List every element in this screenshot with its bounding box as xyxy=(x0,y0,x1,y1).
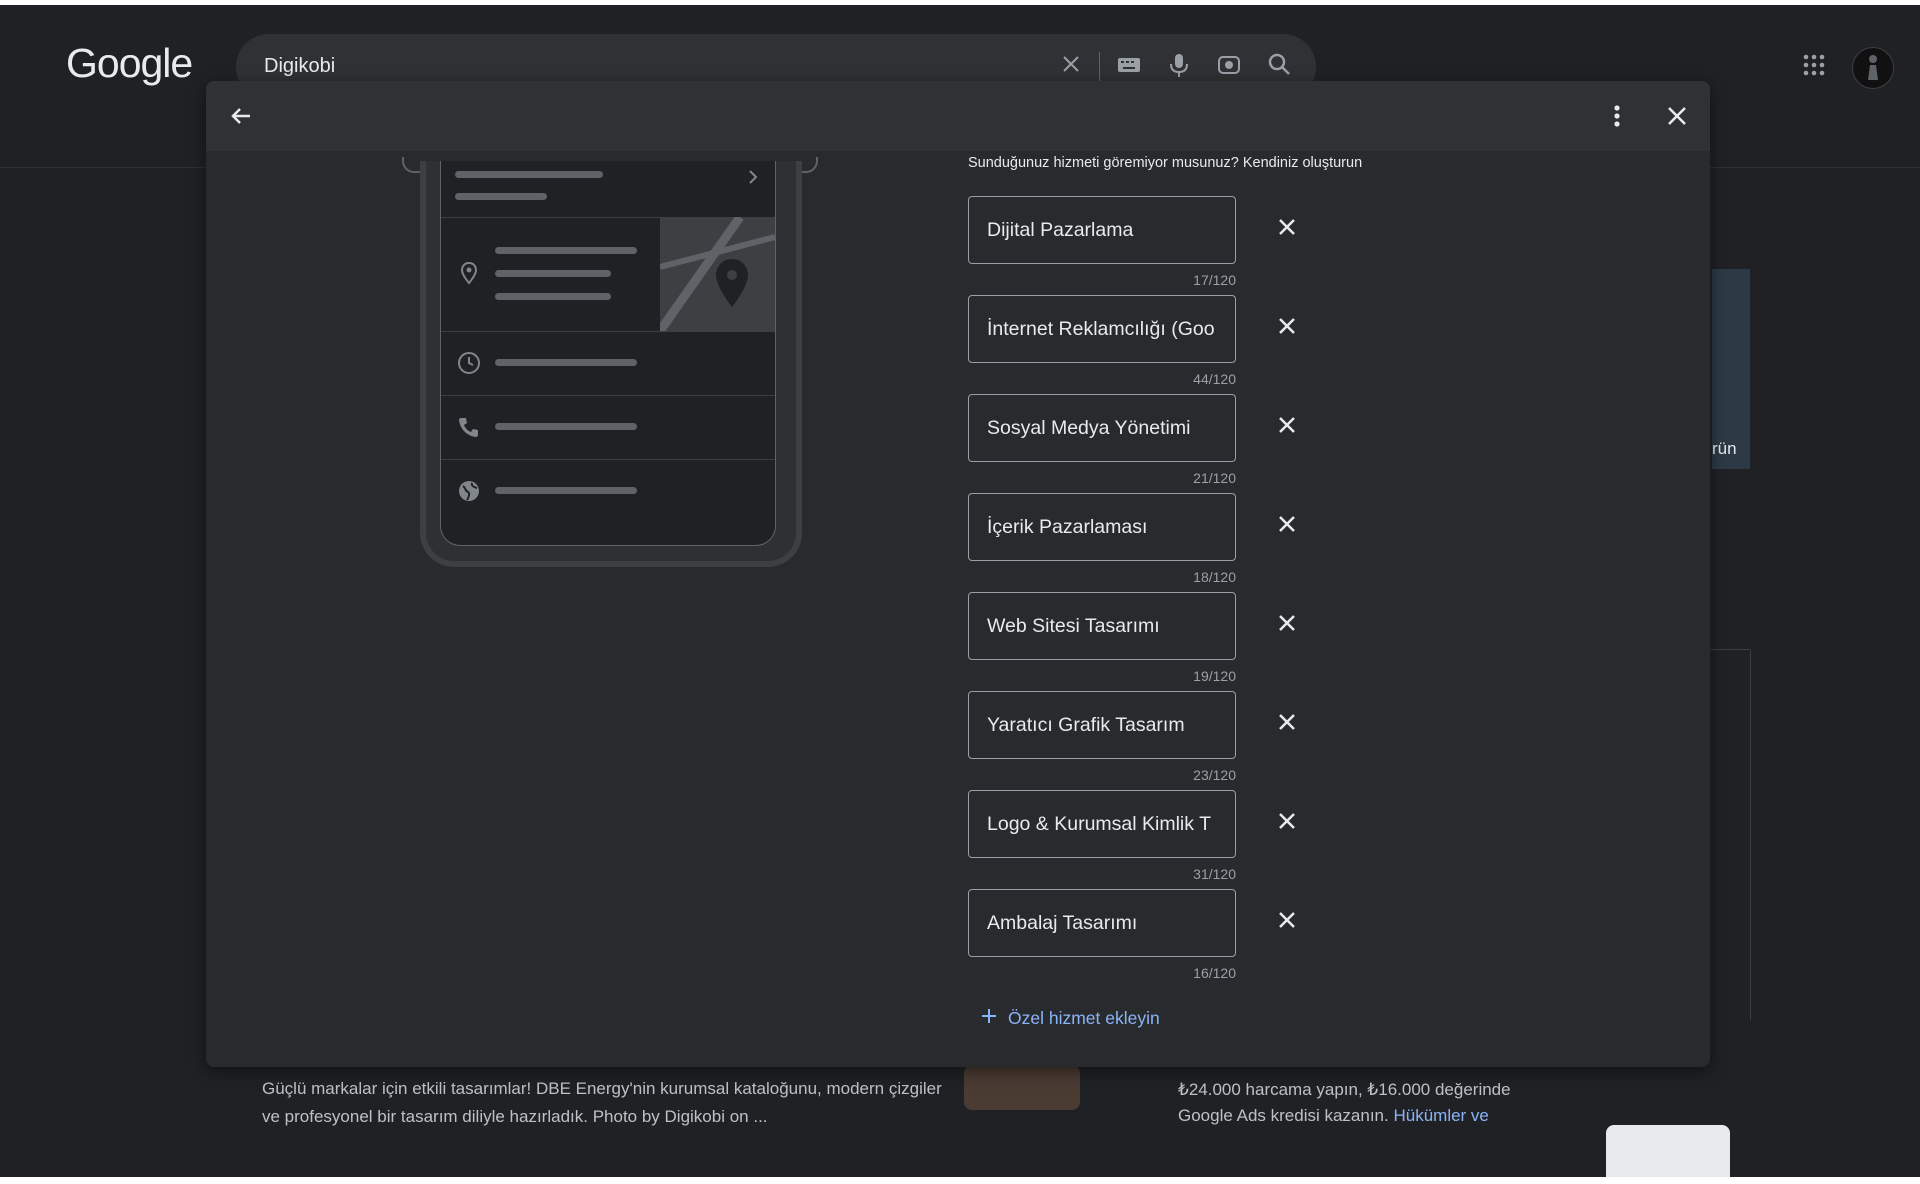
services-dialog: Sunduğunuz hizmeti göremiyor musunuz? Ke… xyxy=(206,81,1710,1067)
back-arrow-icon[interactable] xyxy=(220,95,262,137)
custom-service-hint: Sunduğunuz hizmeti göremiyor musunuz? Ke… xyxy=(968,155,1363,171)
remove-service-icon[interactable] xyxy=(1270,705,1304,739)
result-snippet: Güçlü markalar için etkili tasarımlar! D… xyxy=(262,1079,942,1126)
phone-illustration xyxy=(420,161,802,567)
promo-text: ₺24.000 harcama yapın, ₺16.000 değerinde… xyxy=(1178,1077,1568,1129)
placeholder-line xyxy=(495,487,637,494)
map-thumbnail xyxy=(660,217,775,331)
plus-icon xyxy=(980,1007,998,1030)
search-icon[interactable] xyxy=(1264,52,1294,82)
service-name: Dijital Pazarlama xyxy=(987,218,1134,241)
more-options-icon[interactable] xyxy=(1596,95,1638,137)
result-thumbnail[interactable] xyxy=(964,1065,1080,1110)
char-counter: 31/120 xyxy=(1193,866,1236,882)
service-name: İçerik Pazarlaması xyxy=(987,515,1148,538)
service-item: İnternet Reklamcılığı (Goo 44/120 xyxy=(968,295,1468,394)
search-divider xyxy=(1099,52,1100,82)
phone-row-address xyxy=(441,217,775,332)
phone-row-hours xyxy=(441,331,775,396)
remove-service-icon[interactable] xyxy=(1270,606,1304,640)
service-item: Logo & Kurumsal Kimlik T 31/120 xyxy=(968,790,1468,889)
placeholder-line xyxy=(495,423,637,430)
remove-service-icon[interactable] xyxy=(1270,507,1304,541)
phone-icon xyxy=(457,415,481,439)
promo-image xyxy=(1606,1125,1730,1177)
placeholder-line xyxy=(495,359,637,366)
close-icon[interactable] xyxy=(1656,95,1698,137)
service-item: Sosyal Medya Yönetimi 21/120 xyxy=(968,394,1468,493)
service-name: Web Sitesi Tasarımı xyxy=(987,614,1160,637)
remove-service-icon[interactable] xyxy=(1270,408,1304,442)
service-name-field[interactable]: Dijital Pazarlama xyxy=(968,196,1236,264)
service-item: Web Sitesi Tasarımı 19/120 xyxy=(968,592,1468,691)
lens-camera-icon[interactable] xyxy=(1214,52,1244,82)
phone-screen xyxy=(440,161,776,546)
char-counter: 18/120 xyxy=(1193,569,1236,585)
service-name-field[interactable]: Ambalaj Tasarımı xyxy=(968,889,1236,957)
service-name-field[interactable]: Yaratıcı Grafik Tasarım xyxy=(968,691,1236,759)
char-counter: 17/120 xyxy=(1193,272,1236,288)
add-custom-service-label: Özel hizmet ekleyin xyxy=(1008,1008,1160,1028)
side-label: rün xyxy=(1712,439,1737,458)
service-item: İçerik Pazarlaması 18/120 xyxy=(968,493,1468,592)
service-name-field[interactable]: İnternet Reklamcılığı (Goo xyxy=(968,295,1236,363)
service-name-field[interactable]: Logo & Kurumsal Kimlik T xyxy=(968,790,1236,858)
service-name: Ambalaj Tasarımı xyxy=(987,911,1138,934)
char-counter: 44/120 xyxy=(1193,371,1236,387)
placeholder-line xyxy=(495,247,637,254)
add-custom-service-button[interactable]: Özel hizmet ekleyin xyxy=(980,1007,1160,1030)
screen: Google Digikobi rün Güçlü markalar için … xyxy=(0,5,1920,1177)
placeholder-line xyxy=(495,293,611,300)
service-name: İnternet Reklamcılığı (Goo xyxy=(987,317,1215,340)
keyboard-icon[interactable] xyxy=(1114,52,1144,82)
clear-icon[interactable] xyxy=(1056,52,1086,82)
service-name: Sosyal Medya Yönetimi xyxy=(987,416,1191,439)
remove-service-icon[interactable] xyxy=(1270,210,1304,244)
chevron-right-icon xyxy=(747,169,759,190)
search-query[interactable]: Digikobi xyxy=(264,55,335,78)
char-counter: 19/120 xyxy=(1193,668,1236,684)
side-border xyxy=(1734,650,1751,1020)
remove-service-icon[interactable] xyxy=(1270,309,1304,343)
service-name: Yaratıcı Grafik Tasarım xyxy=(987,713,1185,736)
dialog-header xyxy=(206,81,1710,151)
service-name-field[interactable]: Web Sitesi Tasarımı xyxy=(968,592,1236,660)
globe-icon xyxy=(457,479,481,503)
service-name: Logo & Kurumsal Kimlik T xyxy=(987,812,1211,835)
service-name-field[interactable]: İçerik Pazarlaması xyxy=(968,493,1236,561)
service-item: Yaratıcı Grafik Tasarım 23/120 xyxy=(968,691,1468,790)
placeholder-line xyxy=(455,193,547,200)
phone-row-title xyxy=(441,161,775,218)
account-avatar[interactable] xyxy=(1852,47,1894,89)
location-pin-icon xyxy=(457,261,481,285)
phone-row-website xyxy=(441,459,775,523)
placeholder-line xyxy=(495,270,611,277)
char-counter: 16/120 xyxy=(1193,965,1236,981)
remove-service-icon[interactable] xyxy=(1270,903,1304,937)
service-name-field[interactable]: Sosyal Medya Yönetimi xyxy=(968,394,1236,462)
service-item: Ambalaj Tasarımı 16/120 xyxy=(968,889,1468,988)
google-logo[interactable]: Google xyxy=(66,40,193,87)
service-item: Dijital Pazarlama 17/120 xyxy=(968,196,1468,295)
char-counter: 21/120 xyxy=(1193,470,1236,486)
microphone-icon[interactable] xyxy=(1164,52,1194,82)
char-counter: 23/120 xyxy=(1193,767,1236,783)
clock-icon xyxy=(457,351,481,375)
phone-row-phone xyxy=(441,395,775,460)
placeholder-line xyxy=(455,171,603,178)
apps-grid-icon[interactable] xyxy=(1802,53,1832,83)
promo-terms-link[interactable]: Hükümler ve xyxy=(1393,1106,1488,1125)
remove-service-icon[interactable] xyxy=(1270,804,1304,838)
